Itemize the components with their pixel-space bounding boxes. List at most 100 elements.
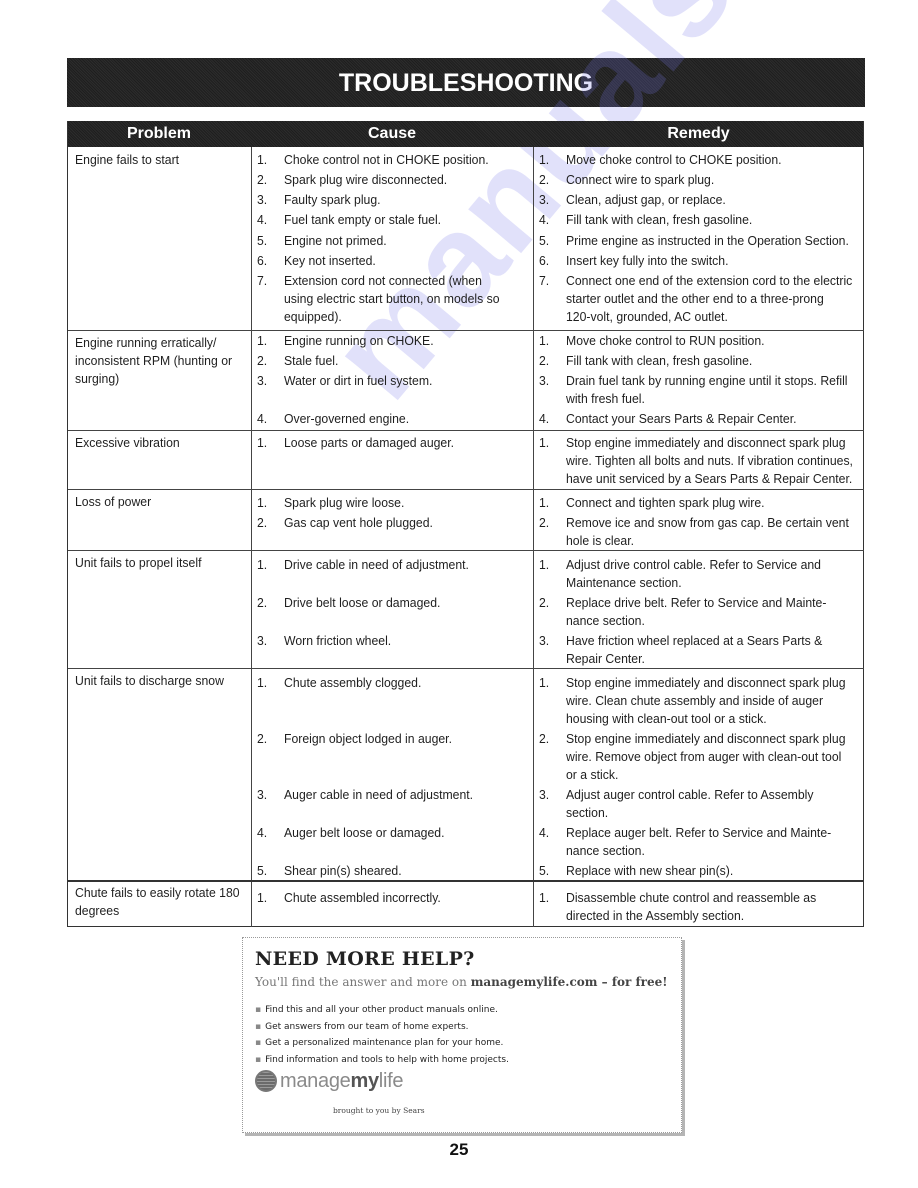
problem-line: Loss of power bbox=[75, 494, 152, 509]
cause-item: Water or dirt in fuel system. bbox=[284, 372, 432, 390]
cause-number: 3. bbox=[257, 787, 268, 802]
remedy-item: Disassemble chute control and reassemble… bbox=[566, 889, 816, 925]
remedy-item: Connect and tighten spark plug wire. bbox=[566, 494, 765, 512]
cause-item: Gas cap vent hole plugged. bbox=[284, 514, 433, 532]
remedy-number: 4. bbox=[539, 411, 550, 426]
cause-line: Stale fuel. bbox=[284, 353, 339, 368]
remedy-item: Adjust drive control cable. Refer to Ser… bbox=[566, 556, 821, 592]
remedy-number: 3. bbox=[539, 192, 550, 207]
cause-item: Auger cable in need of adjustment. bbox=[284, 786, 473, 804]
remedy-line: wire. Remove object from auger with clea… bbox=[566, 749, 842, 764]
cause-line: Worn friction wheel. bbox=[284, 633, 392, 648]
cause-item: Drive cable in need of adjustment. bbox=[284, 556, 469, 574]
remedy-number: 3. bbox=[539, 373, 550, 388]
help-bullet-text: Find this and all your other product man… bbox=[265, 1005, 498, 1015]
remedy-number: 2. bbox=[539, 515, 550, 530]
remedy-line: Fill tank with clean, fresh gasoline. bbox=[566, 212, 753, 227]
remedy-item: Have friction wheel replaced at a Sears … bbox=[566, 632, 822, 668]
row-divider bbox=[68, 668, 864, 669]
cause-line: Engine running on CHOKE. bbox=[284, 333, 434, 348]
remedy-item: Remove ice and snow from gas cap. Be cer… bbox=[566, 514, 849, 550]
cause-line: Fuel tank empty or stale fuel. bbox=[284, 212, 442, 227]
cause-item: Spark plug wire disconnected. bbox=[284, 171, 447, 189]
cause-item: Fuel tank empty or stale fuel. bbox=[284, 211, 441, 229]
cause-number: 3. bbox=[257, 192, 268, 207]
remedy-item: Contact your Sears Parts & Repair Center… bbox=[566, 410, 797, 428]
cause-item: Chute assembly clogged. bbox=[284, 674, 421, 692]
remedy-line: Stop engine immediately and disconnect s… bbox=[566, 731, 846, 746]
remedy-line: Contact your Sears Parts & Repair Center… bbox=[566, 411, 797, 426]
cause-line: Faulty spark plug. bbox=[284, 192, 381, 207]
problem-cell: Engine running erratically/inconsistent … bbox=[75, 334, 232, 388]
remedy-line: Replace drive belt. Refer to Service and… bbox=[566, 595, 827, 610]
logo-part-my: my bbox=[350, 1069, 379, 1092]
problem-line: surging) bbox=[75, 371, 120, 386]
cause-line: Loose parts or damaged auger. bbox=[284, 435, 455, 450]
remedy-item: Stop engine immediately and disconnect s… bbox=[566, 674, 845, 728]
remedy-item: Replace drive belt. Refer to Service and… bbox=[566, 594, 826, 630]
remedy-line: wire. Tighten all bolts and nuts. If vib… bbox=[566, 453, 853, 468]
cause-number: 1. bbox=[257, 557, 268, 572]
cause-item: Extension cord not connected (when using … bbox=[284, 272, 500, 326]
remedy-line: Stop engine immediately and disconnect s… bbox=[566, 675, 846, 690]
remedy-item: Connect one end of the extension cord to… bbox=[566, 272, 852, 326]
need-more-help-box: NEED MORE HELP? You'll find the answer a… bbox=[242, 937, 682, 1133]
cause-number: 5. bbox=[257, 233, 268, 248]
remedy-line: Insert key fully into the switch. bbox=[566, 253, 729, 268]
cause-number: 1. bbox=[257, 495, 268, 510]
cause-number: 1. bbox=[257, 152, 268, 167]
remedy-number: 4. bbox=[539, 825, 550, 840]
remedy-line: housing with clean-out tool or a stick. bbox=[566, 711, 767, 726]
remedy-number: 1. bbox=[539, 152, 550, 167]
cause-item: Stale fuel. bbox=[284, 352, 338, 370]
remedy-line: Adjust auger control cable. Refer to Ass… bbox=[566, 787, 814, 802]
remedy-number: 1. bbox=[539, 333, 550, 348]
remedy-number: 1. bbox=[539, 435, 550, 450]
remedy-line: Connect one end of the extension cord to… bbox=[566, 273, 853, 288]
cause-item: Over-governed engine. bbox=[284, 410, 409, 428]
cause-item: Key not inserted. bbox=[284, 252, 376, 270]
cause-item: Drive belt loose or damaged. bbox=[284, 594, 440, 612]
bullet-icon: ▪ bbox=[255, 1005, 262, 1015]
remedy-number: 1. bbox=[539, 495, 550, 510]
problem-cell: Unit fails to discharge snow bbox=[75, 672, 224, 690]
remedy-number: 4. bbox=[539, 212, 550, 227]
problem-line: Unit fails to propel itself bbox=[75, 555, 202, 570]
cause-number: 5. bbox=[257, 863, 268, 878]
globe-logo-icon bbox=[255, 1070, 277, 1092]
problem-cell: Loss of power bbox=[75, 493, 151, 511]
help-bullet-text: Get answers from our team of home expert… bbox=[265, 1021, 469, 1032]
cause-line: Engine not primed. bbox=[284, 233, 387, 248]
remedy-line: wire. Clean chute assembly and inside of… bbox=[566, 693, 824, 708]
remedy-item: Stop engine immediately and disconnect s… bbox=[566, 434, 853, 488]
help-subtitle-suffix: – for free! bbox=[597, 975, 668, 989]
remedy-number: 2. bbox=[539, 595, 550, 610]
remedy-line: Stop engine immediately and disconnect s… bbox=[566, 435, 846, 450]
cause-number: 1. bbox=[257, 890, 268, 905]
remedy-line: Replace with new shear pin(s). bbox=[566, 863, 734, 878]
remedy-line: Connect wire to spark plug. bbox=[566, 172, 715, 187]
bullet-icon: ▪ bbox=[255, 1038, 262, 1048]
help-bullet-list: ▪ Find this and all your other product ma… bbox=[255, 1002, 509, 1068]
row-divider bbox=[68, 550, 864, 551]
cause-item: Engine running on CHOKE. bbox=[284, 332, 434, 350]
problem-line: Engine running erratically/ bbox=[75, 335, 217, 350]
remedy-line: nance section. bbox=[566, 843, 645, 858]
remedy-item: Move choke control to RUN position. bbox=[566, 332, 765, 350]
remedy-number: 1. bbox=[539, 557, 550, 572]
column-divider-remedy bbox=[533, 147, 534, 927]
cause-number: 7. bbox=[257, 273, 268, 288]
remedy-line: Replace auger belt. Refer to Service and… bbox=[566, 825, 832, 840]
help-site-link[interactable]: managemylife.com bbox=[471, 975, 598, 989]
remedy-line: nance section. bbox=[566, 613, 645, 628]
cause-line: Water or dirt in fuel system. bbox=[284, 373, 433, 388]
problem-cell: Excessive vibration bbox=[75, 434, 180, 452]
remedy-line: Repair Center. bbox=[566, 651, 645, 666]
cause-item: Engine not primed. bbox=[284, 232, 387, 250]
cause-number: 2. bbox=[257, 731, 268, 746]
cause-line: Shear pin(s) sheared. bbox=[284, 863, 402, 878]
remedy-line: hole is clear. bbox=[566, 533, 635, 548]
help-bullet: ▪ Find this and all your other product ma… bbox=[255, 1002, 509, 1019]
remedy-line: Clean, adjust gap, or replace. bbox=[566, 192, 726, 207]
cause-line: equipped). bbox=[284, 309, 342, 324]
